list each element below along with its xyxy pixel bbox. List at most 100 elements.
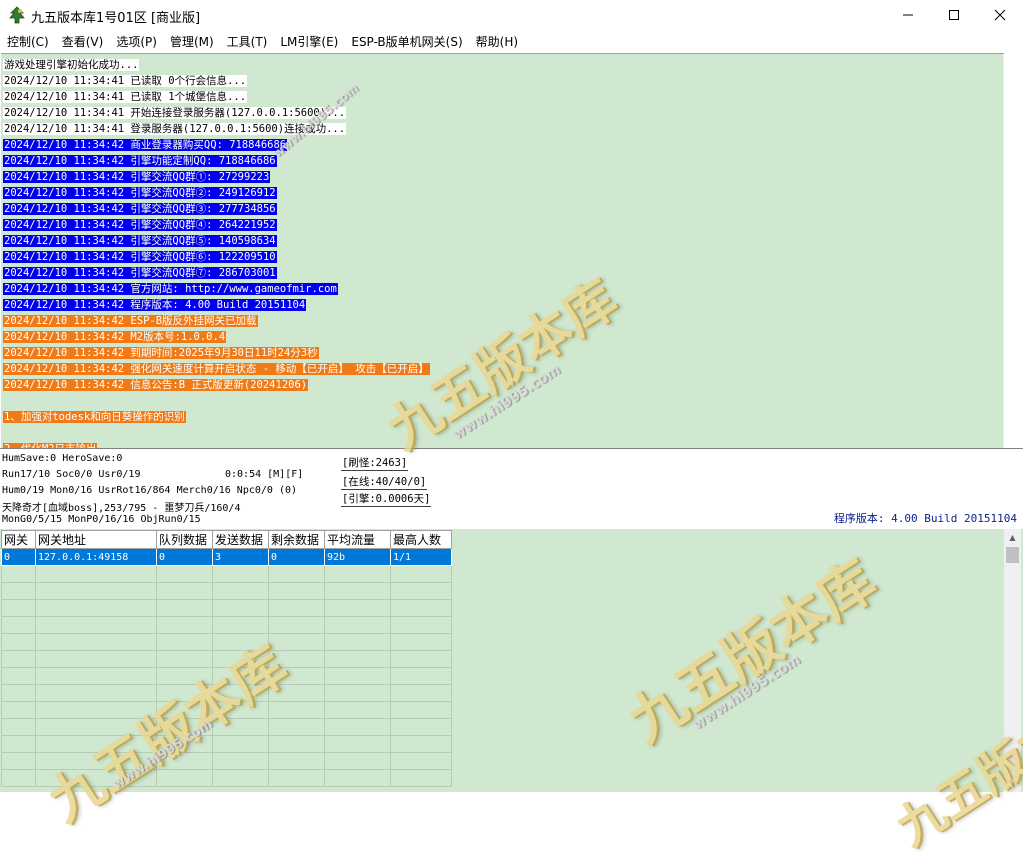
log-line-text: 2024/12/10 11:34:42 引擎交流QQ群⑦: 286703001 [3, 267, 277, 279]
menu-options[interactable]: 选项(P) [109, 30, 163, 52]
table-cell [390, 582, 452, 600]
table-cell [35, 718, 157, 736]
table-cell [324, 633, 391, 651]
table-cell [324, 684, 391, 702]
table-cell [268, 599, 325, 617]
table-cell: 3 [212, 548, 269, 566]
table-cell [268, 718, 325, 736]
table-cell [212, 667, 269, 685]
table-row[interactable] [1, 752, 452, 770]
title-bar: 九五版本库1号01区 [商业版] [0, 0, 1023, 30]
minimize-icon [903, 14, 913, 16]
table-row[interactable] [1, 667, 452, 685]
table-cell [1, 650, 36, 668]
table-row[interactable] [1, 735, 452, 753]
table-cell [268, 735, 325, 753]
minimize-button[interactable] [885, 0, 931, 30]
table-row[interactable] [1, 684, 452, 702]
table-cell [1, 616, 36, 634]
table-cell [390, 565, 452, 583]
log-line-text: 2024/12/10 11:34:42 引擎交流QQ群③: 277734856 [3, 203, 277, 215]
grid-scroll-up-icon[interactable]: ▲ [1004, 529, 1021, 546]
grid-scroll-thumb[interactable] [1006, 547, 1019, 563]
table-row[interactable] [1, 565, 452, 583]
menu-lm-engine[interactable]: LM引擎(E) [273, 30, 344, 52]
table-cell [35, 633, 157, 651]
col-remaining[interactable]: 剩余数据 [268, 530, 325, 549]
menu-help[interactable]: 帮助(H) [469, 30, 524, 52]
maximize-button[interactable] [931, 0, 977, 30]
menu-view[interactable]: 查看(V) [55, 30, 110, 52]
table-cell [1, 633, 36, 651]
grid-scrollbar[interactable]: ▲ ▼ [1004, 529, 1021, 792]
table-cell [324, 650, 391, 668]
table-cell [324, 667, 391, 685]
table-cell [35, 701, 157, 719]
menu-control[interactable]: 控制(C) [0, 30, 55, 52]
table-cell [156, 582, 213, 600]
table-header-row: 网关 网关地址 队列数据 发送数据 剩余数据 平均流量 最高人数 [1, 530, 452, 549]
grid-scroll-down-icon[interactable]: ▼ [1004, 775, 1021, 792]
col-sent[interactable]: 发送数据 [212, 530, 269, 549]
table-cell [35, 684, 157, 702]
log-panel[interactable]: 游戏处理引擎初始化成功... 2024/12/10 11:34:41 已读取 0个… [1, 53, 1004, 448]
table-row[interactable] [1, 769, 452, 787]
menu-tools[interactable]: 工具(T) [220, 30, 274, 52]
table-cell [268, 667, 325, 685]
table-cell: 0 [156, 548, 213, 566]
table-row[interactable]: 0 127.0.0.1:49158 0 3 0 92b 1/1 [1, 548, 452, 566]
scroll-down-icon[interactable]: ▼ [1003, 431, 1004, 448]
log-line: 2024/12/10 11:34:42 引擎交流QQ群④: 264221952 [3, 218, 277, 233]
status-uptime: 0:0:54 [M][F] [225, 469, 304, 480]
table-row[interactable] [1, 582, 452, 600]
log-line-text: 2024/12/10 11:34:42 M2版本号:1.0.0.4 [3, 331, 227, 343]
log-line-text [3, 427, 5, 439]
table-cell [156, 735, 213, 753]
table-cell [268, 769, 325, 787]
log-line: 2024/12/10 11:34:42 引擎功能定制QQ: 718846686 [3, 154, 277, 169]
col-address[interactable]: 网关地址 [35, 530, 157, 549]
table-row[interactable] [1, 718, 452, 736]
table-cell [390, 752, 452, 770]
log-line: 2024/12/10 11:34:42 强化网关速度计算开启状态 - 移动【已开… [3, 362, 430, 377]
table-cell [1, 667, 36, 685]
status-save: HumSave:0 HeroSave:0 [2, 453, 123, 464]
log-line: 2024/12/10 11:34:42 ESP-B版反外挂网关已加载 [3, 314, 258, 329]
log-line: 2024/12/10 11:34:42 M2版本号:1.0.0.4 [3, 330, 227, 345]
table-cell [1, 769, 36, 787]
table-row[interactable] [1, 633, 452, 651]
table-cell [324, 718, 391, 736]
table-cell [35, 616, 157, 634]
log-scrollbar[interactable]: ▲ ▼ [1003, 54, 1004, 448]
table-cell [324, 616, 391, 634]
table-cell [268, 684, 325, 702]
menu-manage[interactable]: 管理(M) [163, 30, 220, 52]
table-cell [156, 667, 213, 685]
scroll-up-icon[interactable]: ▲ [1003, 54, 1004, 71]
close-button[interactable] [977, 0, 1023, 30]
table-row[interactable] [1, 701, 452, 719]
table-cell [212, 684, 269, 702]
col-queue[interactable]: 队列数据 [156, 530, 213, 549]
table-cell [390, 718, 452, 736]
status-monsters: MonG0/5/15 MonP0/16/16 ObjRun0/15 [2, 514, 201, 525]
log-line: 2024/12/10 11:34:42 程序版本: 4.00 Build 201… [3, 298, 307, 313]
table-row[interactable] [1, 599, 452, 617]
table-row[interactable] [1, 650, 452, 668]
col-avg-traffic[interactable]: 平均流量 [324, 530, 391, 549]
table-cell [1, 565, 36, 583]
table-cell: 0 [268, 548, 325, 566]
table-cell [35, 599, 157, 617]
table-cell [1, 684, 36, 702]
table-cell [268, 633, 325, 651]
log-line: 2024/12/10 11:34:42 信息公告:B 正式版更新(2024120… [3, 378, 309, 393]
log-line-text: 2024/12/10 11:34:41 开始连接登录服务器(127.0.0.1:… [3, 107, 347, 119]
table-row[interactable] [1, 616, 452, 634]
table-cell [212, 565, 269, 583]
table-cell [390, 701, 452, 719]
close-icon [994, 9, 1006, 21]
col-max-users[interactable]: 最高人数 [390, 530, 452, 549]
col-gateway[interactable]: 网关 [1, 530, 36, 549]
menu-esp-gateway[interactable]: ESP-B版单机网关(S) [344, 30, 468, 52]
table-cell [212, 633, 269, 651]
